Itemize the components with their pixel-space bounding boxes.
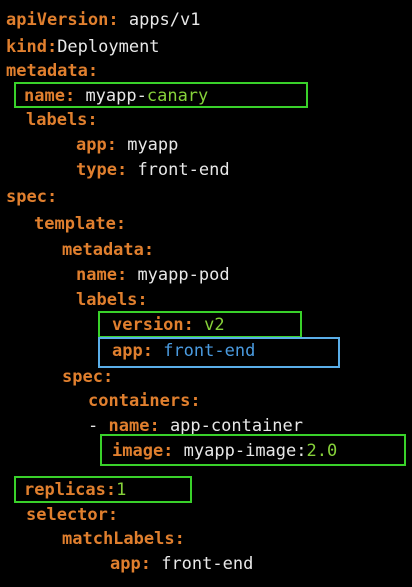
line-spec: spec: — [6, 186, 57, 208]
app-label-value: myapp — [127, 135, 179, 155]
containers-key: containers: — [88, 391, 201, 411]
replicas-key: replicas: — [24, 480, 117, 500]
line-labels: labels: — [26, 109, 98, 131]
line-template: template: — [34, 213, 126, 235]
match-labels-key: matchLabels: — [62, 529, 185, 549]
app-label-key: app: — [76, 135, 117, 155]
replicas-value: 1 — [116, 480, 127, 500]
version-key: version: — [112, 315, 194, 335]
metadata-key: metadata: — [6, 61, 99, 81]
image-value-tag: 2.0 — [306, 441, 338, 461]
name-value-prefix: myapp- — [85, 86, 147, 106]
line-version: version: v2 — [112, 314, 225, 336]
container-name-value: app-container — [169, 416, 303, 436]
line-metadata: metadata: — [6, 60, 98, 82]
image-value-prefix: myapp-image: — [183, 441, 307, 461]
selector-key: selector: — [26, 505, 119, 525]
pod-app-key: app: — [112, 341, 153, 361]
name-key: name: — [24, 86, 76, 106]
version-value: v2 — [204, 315, 225, 335]
line-replicas: replicas:1 — [24, 479, 126, 501]
selector-app-key: app: — [110, 554, 151, 574]
yaml-code-view: apiVersion: apps/v1 kind:Deployment meta… — [0, 0, 412, 587]
line-pod-spec: spec: — [62, 366, 113, 388]
pod-app-value: front-end — [163, 341, 256, 361]
api-version-key: apiVersion: — [6, 10, 119, 30]
line-match-labels: matchLabels: — [62, 528, 185, 550]
line-image: image: myapp-image:2.0 — [112, 440, 337, 462]
pod-labels-key: labels: — [76, 290, 148, 310]
pod-name-key: name: — [76, 265, 128, 285]
line-selector: selector: — [26, 504, 118, 526]
labels-key: labels: — [26, 110, 98, 130]
kind-key: kind: — [6, 37, 58, 57]
line-api-version: apiVersion: apps/v1 — [6, 9, 201, 31]
selector-app-value: front-end — [161, 554, 254, 574]
line-template-metadata: metadata: — [62, 239, 154, 261]
container-name-key: name: — [108, 416, 160, 436]
type-label-key: type: — [76, 160, 128, 180]
pod-name-value: myapp-pod — [137, 265, 230, 285]
line-pod-name: name: myapp-pod — [76, 264, 230, 286]
template-metadata-key: metadata: — [62, 240, 155, 260]
api-version-value: apps/v1 — [128, 10, 201, 30]
pod-spec-key: spec: — [62, 367, 114, 387]
template-key: template: — [34, 214, 127, 234]
line-name: name: myapp-canary — [24, 85, 208, 107]
spec-key: spec: — [6, 187, 58, 207]
line-kind: kind:Deployment — [6, 36, 160, 58]
list-dash: - — [88, 416, 99, 436]
line-containers: containers: — [88, 390, 201, 412]
type-label-value: front-end — [137, 160, 230, 180]
kind-value: Deployment — [57, 37, 160, 57]
line-selector-app: app: front-end — [110, 553, 253, 575]
image-key: image: — [112, 441, 174, 461]
line-pod-labels: labels: — [76, 289, 148, 311]
line-app-label: app: myapp — [76, 134, 178, 156]
name-value-suffix: canary — [146, 86, 209, 106]
line-pod-app: app: front-end — [112, 340, 255, 362]
line-type-label: type: front-end — [76, 159, 230, 181]
